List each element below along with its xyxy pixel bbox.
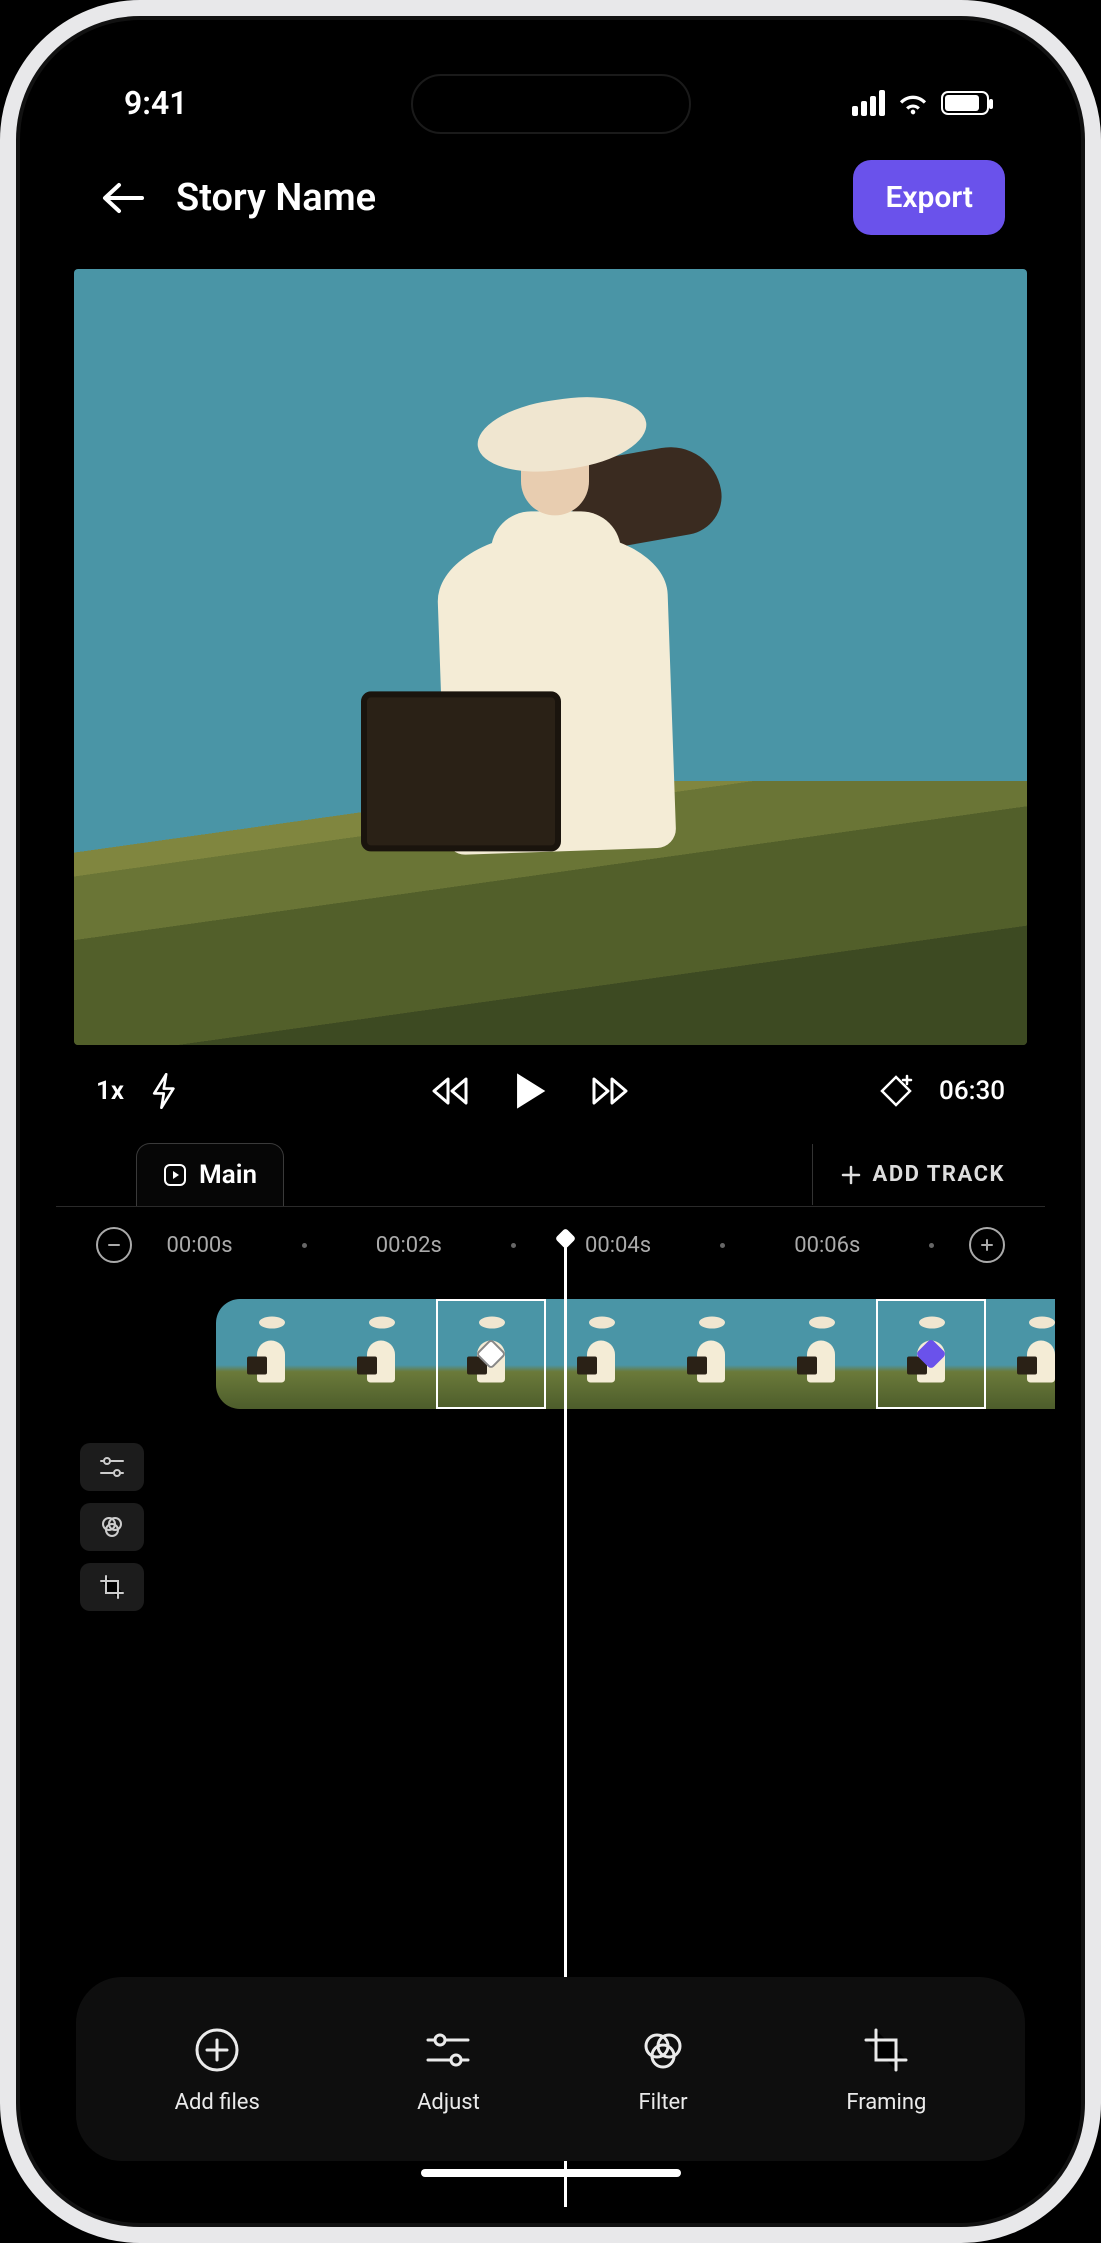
tool-add-files[interactable]: Add files	[175, 2024, 260, 2115]
venn-icon	[639, 2026, 687, 2074]
tool-framing[interactable]: Framing	[846, 2024, 926, 2115]
speed-label[interactable]: 1x	[96, 1076, 124, 1106]
video-preview[interactable]	[74, 269, 1027, 1045]
timeline-thumb[interactable]	[986, 1299, 1055, 1409]
page-title: Story Name	[176, 176, 825, 220]
side-tool-filter[interactable]	[80, 1503, 144, 1551]
zoom-out-button[interactable]	[96, 1227, 132, 1263]
forward-button[interactable]	[590, 1075, 630, 1107]
tool-filter[interactable]: Filter	[637, 2024, 689, 2115]
timeline-thumb[interactable]	[876, 1299, 986, 1409]
tab-main-label: Main	[199, 1160, 257, 1190]
duration-label: 06:30	[939, 1076, 1005, 1106]
crop-icon	[862, 2026, 910, 2074]
timeline-ruler[interactable]: 00:00s 00:02s 00:04s 00:06s	[56, 1207, 1045, 1283]
ruler-mark: 00:00s	[167, 1233, 233, 1258]
export-button[interactable]: Export	[853, 160, 1005, 235]
timeline-thumb[interactable]	[656, 1299, 766, 1409]
phone-frame: 9:41 Story Name Export 1x	[0, 0, 1101, 2243]
plus-circle-icon	[193, 2026, 241, 2074]
ruler-mark: 00:06s	[794, 1233, 860, 1258]
side-tool-adjust[interactable]	[80, 1443, 144, 1491]
timeline-thumb[interactable]	[436, 1299, 546, 1409]
play-square-icon	[163, 1163, 187, 1187]
timeline[interactable]	[56, 1283, 1045, 1843]
timeline-thumb[interactable]	[216, 1299, 326, 1409]
preview-figure	[401, 392, 701, 912]
clip-track[interactable]	[216, 1299, 1055, 1409]
tool-label: Filter	[638, 2090, 687, 2115]
home-indicator[interactable]	[421, 2169, 681, 2177]
wifi-icon	[897, 91, 929, 115]
tool-adjust[interactable]: Adjust	[417, 2024, 480, 2115]
timeline-thumb[interactable]	[326, 1299, 436, 1409]
rewind-button[interactable]	[430, 1075, 470, 1107]
signal-icon	[852, 90, 885, 116]
zoom-in-button[interactable]	[969, 1227, 1005, 1263]
bottom-toolbar: Add files Adjust Filter Framing	[76, 1977, 1025, 2161]
add-track-label: ADD TRACK	[873, 1162, 1005, 1187]
plus-icon	[841, 1165, 861, 1185]
add-track-button[interactable]: ADD TRACK	[812, 1144, 1005, 1205]
sliders-icon	[424, 2030, 472, 2070]
play-button[interactable]	[512, 1071, 548, 1111]
tool-label: Add files	[175, 2090, 260, 2115]
side-tool-crop[interactable]	[80, 1563, 144, 1611]
ruler-mark: 00:02s	[376, 1233, 442, 1258]
tool-label: Adjust	[417, 2090, 480, 2115]
keyframe-add-icon[interactable]	[879, 1074, 913, 1108]
tab-main[interactable]: Main	[136, 1143, 284, 1206]
ruler-mark: 00:04s	[585, 1233, 651, 1258]
timeline-thumb[interactable]	[546, 1299, 656, 1409]
status-time: 9:41	[124, 84, 188, 122]
flash-icon[interactable]	[150, 1073, 180, 1109]
battery-icon	[941, 91, 989, 115]
status-bar: 9:41	[56, 56, 1045, 132]
back-button[interactable]	[96, 181, 148, 215]
tool-label: Framing	[846, 2090, 926, 2115]
timeline-thumb[interactable]	[766, 1299, 876, 1409]
